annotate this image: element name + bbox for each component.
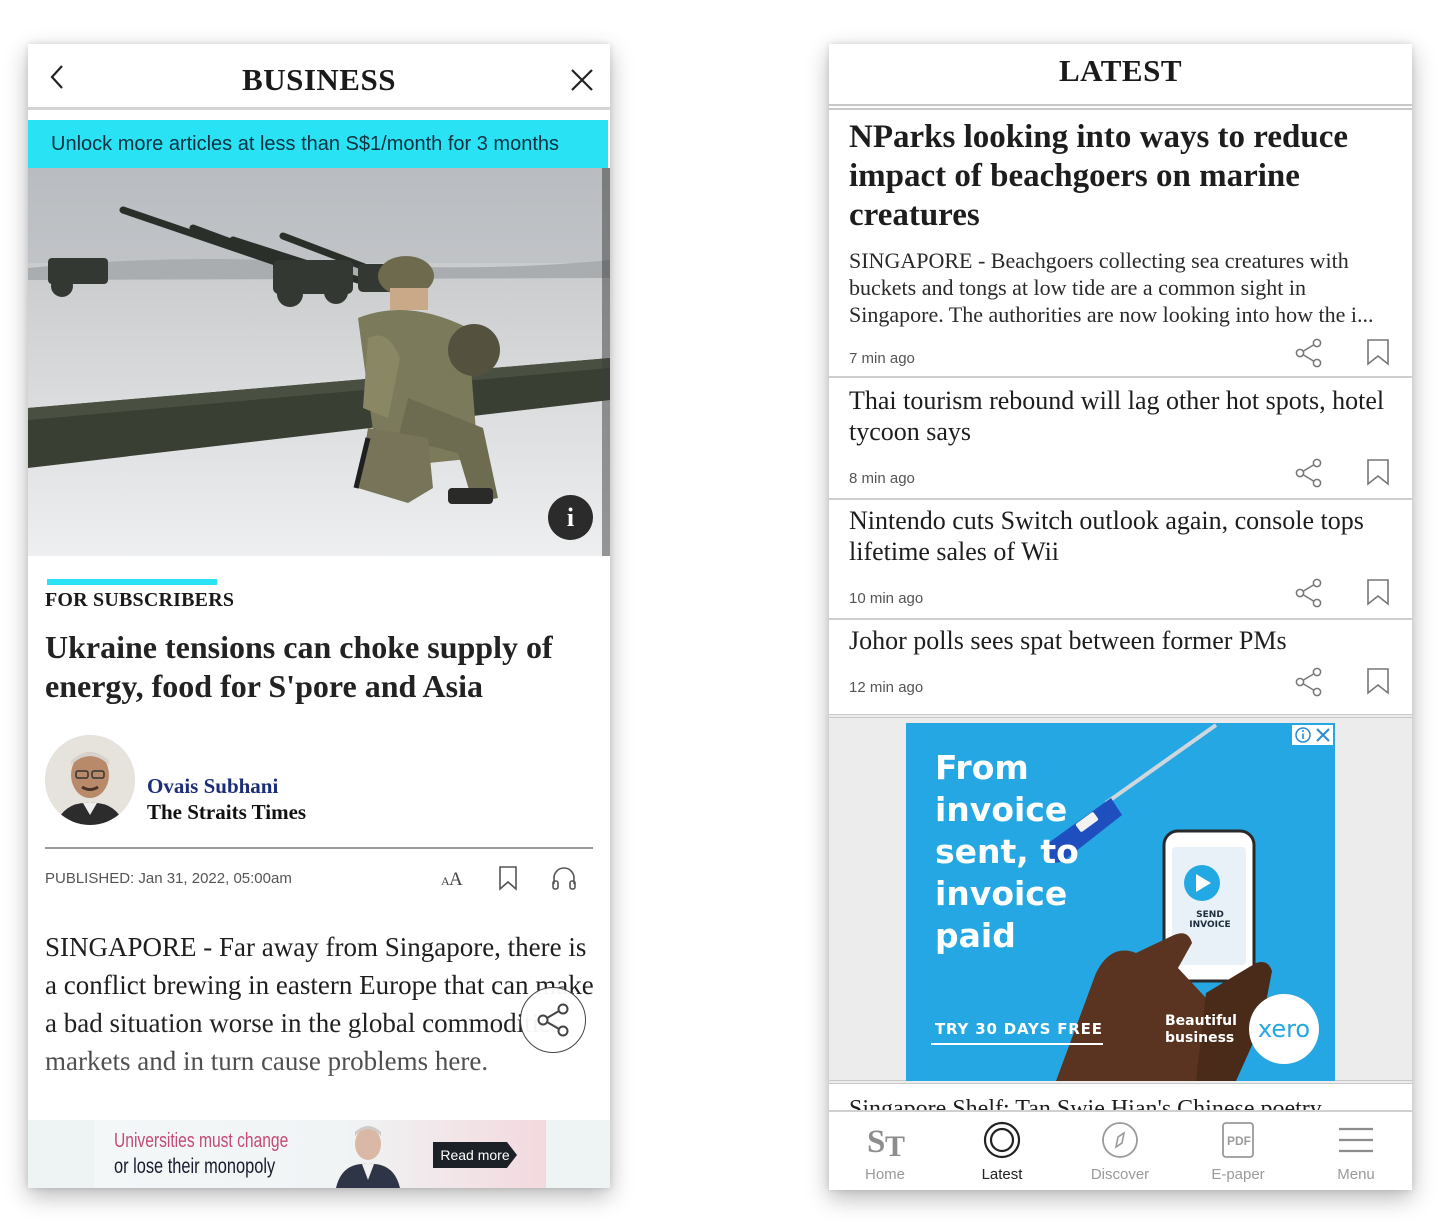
story-title[interactable]: Nintendo cuts Switch outlook again, cons… [849, 505, 1397, 567]
story-item[interactable]: Johor polls sees spat between former PMs… [829, 620, 1412, 710]
tab-label: E-paper [1211, 1166, 1265, 1183]
tab-home[interactable]: ST Home [830, 1112, 940, 1190]
story-time: 7 min ago [849, 350, 915, 367]
tab-label: Menu [1337, 1166, 1375, 1183]
share-icon [537, 1003, 569, 1037]
story-title[interactable]: Thai tourism rebound will lag other hot … [849, 385, 1397, 447]
tab-menu[interactable]: Menu [1301, 1112, 1411, 1190]
published-date: PUBLISHED: Jan 31, 2022, 05:00am [45, 870, 292, 887]
hero-image[interactable] [28, 168, 610, 556]
story-item[interactable]: NParks looking into ways to reduce impac… [829, 112, 1412, 378]
story-title[interactable]: NParks looking into ways to reduce impac… [849, 118, 1394, 235]
bookmark-icon[interactable] [1366, 338, 1390, 366]
tab-epaper[interactable]: PDF E-paper [1183, 1112, 1293, 1190]
paywall-fade [28, 1024, 610, 1124]
bottom-banner-ad[interactable]: Universities must change or lose their m… [28, 1120, 610, 1188]
subscriber-accent-bar [47, 579, 217, 585]
tab-latest[interactable]: Latest [947, 1112, 1057, 1190]
ad-headline: From invoice sent, to invoice paid [935, 748, 1079, 955]
banner-ad-photo [336, 1126, 400, 1188]
bookmark-icon[interactable] [1366, 458, 1390, 486]
article-headline: Ukraine tensions can choke supply of ene… [45, 629, 553, 704]
banner-ad-line2: or lose their monopoly [114, 1155, 276, 1178]
xero-logo: xero [1249, 994, 1319, 1064]
story-time: 10 min ago [849, 590, 924, 607]
share-icon[interactable] [1294, 458, 1324, 488]
divider [45, 847, 593, 849]
hamburger-menu-icon [1339, 1127, 1373, 1153]
latest-feed-screen: LATEST NParks looking into ways to reduc… [829, 44, 1412, 1190]
bottom-tab-bar: ST Home Latest Discover PDF E-paper Menu [829, 1110, 1412, 1190]
pdf-icon: PDF [1222, 1122, 1254, 1158]
info-icon[interactable] [1294, 726, 1312, 744]
close-icon[interactable] [1315, 727, 1331, 743]
share-icon[interactable] [1294, 667, 1324, 697]
story-time: 12 min ago [849, 679, 924, 696]
subscription-promo-banner[interactable]: Unlock more articles at less than S$1/mo… [28, 120, 608, 168]
share-icon[interactable] [1294, 578, 1324, 608]
outlet-name: The Straits Times [147, 800, 307, 824]
svg-text:S: S [867, 1124, 885, 1160]
text-size-icon[interactable]: A A [438, 864, 466, 892]
tab-label: Latest [981, 1166, 1023, 1183]
image-info-button[interactable]: i [548, 495, 593, 540]
partially-visible-headline[interactable]: Singapore Shelf: Tan Swie Hian's Chinese… [849, 1096, 1409, 1110]
st-logo-icon: ST [867, 1124, 905, 1160]
bookmark-icon[interactable] [1366, 667, 1390, 695]
bookmark-icon[interactable] [494, 864, 522, 892]
section-title: BUSINESS [242, 62, 396, 97]
close-icon[interactable] [570, 68, 594, 92]
tab-discover[interactable]: Discover [1065, 1112, 1175, 1190]
svg-text:T: T [885, 1130, 905, 1160]
story-time: 8 min ago [849, 470, 915, 487]
top-bar: LATEST [829, 44, 1412, 110]
page-title: LATEST [1058, 53, 1183, 88]
share-icon[interactable] [1294, 338, 1324, 368]
ad-phone-button-label: SEND INVOICE [1189, 910, 1231, 930]
ad-choices-badge[interactable] [1292, 725, 1333, 745]
advertisement-slot: From invoice sent, to invoice paid SEND … [829, 714, 1412, 1084]
headphones-icon[interactable] [550, 864, 578, 892]
tab-label: Home [864, 1166, 905, 1183]
ad-trial-cta[interactable]: TRY 30 DAYS FREE [935, 1020, 1103, 1038]
story-item[interactable]: Nintendo cuts Switch outlook again, cons… [829, 500, 1412, 620]
story-title[interactable]: Johor polls sees spat between former PMs [849, 625, 1397, 656]
top-bar: BUSINESS [28, 44, 610, 110]
svg-text:PDF: PDF [1227, 1134, 1251, 1148]
business-article-screen: BUSINESS Unlock more articles at less th… [28, 44, 610, 1188]
story-summary: SINGAPORE - Beachgoers collecting sea cr… [849, 248, 1374, 327]
ad-tagline-line2: business [1165, 1030, 1235, 1046]
svg-text:A: A [449, 869, 463, 890]
ad-cta-underline [931, 1043, 1103, 1045]
compass-icon [1102, 1122, 1138, 1158]
for-subscribers-label: FOR SUBSCRIBERS [45, 589, 235, 611]
latest-ring-icon [983, 1121, 1021, 1159]
ad-tagline: Beautiful business [1165, 1013, 1237, 1047]
story-item[interactable]: Thai tourism rebound will lag other hot … [829, 380, 1412, 500]
ad-tagline-line1: Beautiful [1165, 1013, 1237, 1029]
author-name[interactable]: Ovais Subhani [147, 774, 278, 799]
banner-read-more-button[interactable]: Read more [433, 1142, 517, 1168]
xero-ad[interactable]: From invoice sent, to invoice paid SEND … [906, 723, 1335, 1081]
floating-share-button[interactable] [520, 987, 586, 1053]
banner-ad-line1: Universities must change [114, 1130, 289, 1152]
bookmark-icon[interactable] [1366, 578, 1390, 606]
tab-label: Discover [1090, 1166, 1150, 1183]
author-avatar[interactable] [45, 735, 135, 825]
